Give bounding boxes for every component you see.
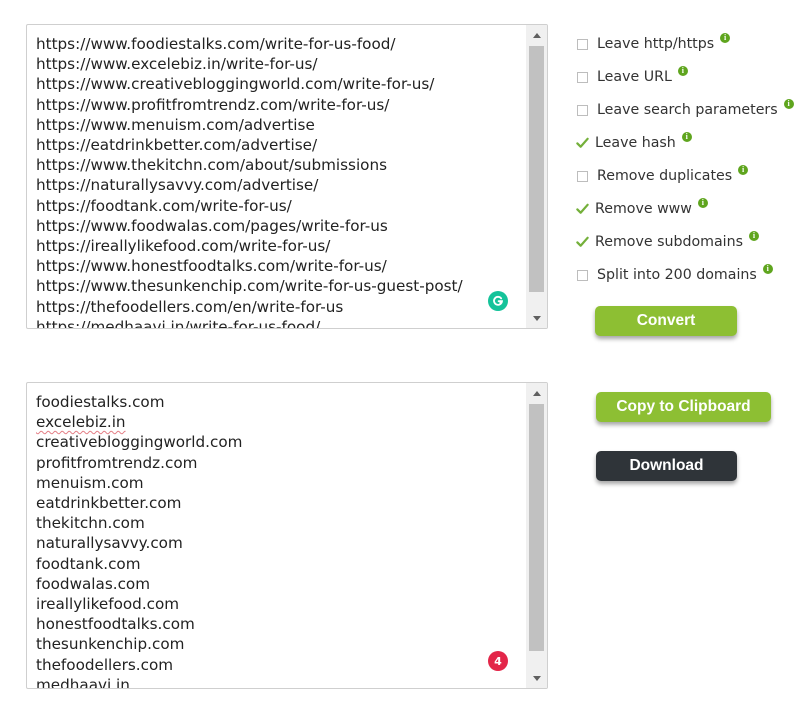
scrollbar-thumb[interactable] bbox=[529, 404, 544, 651]
url-line: https://www.thekitchn.com/about/submissi… bbox=[36, 156, 388, 175]
url-line: https://foodtank.com/write-for-us/ bbox=[36, 196, 292, 215]
url-line: https://www.thesunkenchip.com/write-for-… bbox=[36, 277, 463, 296]
domain-line: thesunkenchip.com bbox=[36, 634, 523, 654]
option-split-into-200-domains[interactable]: Split into 200 domains i bbox=[575, 264, 773, 286]
domain-line: naturallysavvy.com bbox=[36, 533, 523, 553]
info-icon[interactable]: i bbox=[677, 66, 688, 76]
domain-line-text: foodwalas.com bbox=[36, 574, 151, 593]
url-line: https://www.creativebloggingworld.com/wr… bbox=[36, 75, 435, 94]
domain-line: creativebloggingworld.com bbox=[36, 432, 523, 452]
info-icon[interactable]: i bbox=[783, 99, 794, 109]
scroll-up-arrow-icon[interactable] bbox=[526, 25, 547, 45]
url-line: https://www.foodiestalks.com/write-for-u… bbox=[36, 35, 396, 53]
option-remove-www[interactable]: Remove www i bbox=[575, 198, 708, 220]
checkbox[interactable] bbox=[577, 104, 588, 116]
domain-line: medhaavi.in bbox=[36, 675, 523, 688]
option-remove-duplicates[interactable]: Remove duplicates i bbox=[575, 165, 749, 187]
option-leave-hash[interactable]: Leave hash i bbox=[575, 132, 692, 154]
input-scrollbar[interactable] bbox=[526, 25, 547, 328]
url-line: https://thefoodellers.com/en/write-for-u… bbox=[36, 297, 344, 316]
option-label[interactable]: Leave search parameters bbox=[597, 102, 778, 118]
info-icon[interactable]: i bbox=[762, 264, 773, 274]
domain-line-text: thekitchn.com bbox=[36, 514, 145, 533]
option-label[interactable]: Remove subdomains bbox=[595, 234, 743, 250]
url-line: https://www.excelebiz.in/write-for-us/ bbox=[36, 55, 318, 74]
info-icon[interactable]: i bbox=[720, 33, 731, 43]
domain-line: profitfromtrendz.com bbox=[36, 453, 523, 473]
url-line: https://naturallysavvy.com/advertise/ bbox=[36, 176, 319, 195]
download-button[interactable]: Download bbox=[596, 451, 737, 481]
domain-output-text[interactable]: foodiestalks.com excelebiz.in creativeblog… bbox=[36, 392, 523, 688]
domain-line: thekitchn.com bbox=[36, 513, 523, 533]
domain-line: menuism.com bbox=[36, 473, 523, 493]
domain-line-text: menuism.com bbox=[36, 473, 144, 492]
option-label[interactable]: Remove duplicates bbox=[597, 168, 732, 184]
url-line: https://eatdrinkbetter.com/advertise/ bbox=[36, 136, 318, 155]
domain-line-text: medhaavi.in bbox=[36, 675, 130, 688]
domain-output-textarea[interactable]: foodiestalks.com excelebiz.in creativeblog… bbox=[26, 382, 548, 689]
url-line: https://www.foodwalas.com/pages/write-fo… bbox=[36, 216, 388, 235]
url-input-text[interactable]: https://www.foodiestalks.com/write-for-u… bbox=[36, 34, 523, 328]
scroll-down-arrow-icon[interactable] bbox=[526, 308, 547, 328]
domain-line-text: creativebloggingworld.com bbox=[36, 433, 243, 452]
url-line: https://www.profitfromtrendz.com/write-f… bbox=[36, 95, 390, 114]
checkbox[interactable] bbox=[577, 170, 588, 182]
checkbox[interactable] bbox=[577, 71, 588, 83]
option-leave-search-parameters[interactable]: Leave search parameters i bbox=[575, 99, 794, 121]
grammar-issues-badge[interactable]: 4 bbox=[488, 651, 508, 671]
copy-to-clipboard-button[interactable]: Copy to Clipboard bbox=[596, 392, 771, 422]
scroll-up-arrow-icon[interactable] bbox=[526, 383, 547, 403]
domain-line: foodiestalks.com bbox=[36, 392, 523, 412]
grammarly-icon[interactable] bbox=[488, 291, 508, 311]
domain-line-text: excelebiz.in bbox=[36, 413, 126, 432]
info-icon[interactable]: i bbox=[681, 132, 692, 142]
option-label[interactable]: Remove www bbox=[595, 201, 692, 217]
option-label[interactable]: Split into 200 domains bbox=[597, 267, 757, 283]
checkmark-icon[interactable] bbox=[576, 203, 589, 216]
option-label[interactable]: Leave URL bbox=[597, 69, 672, 85]
info-icon[interactable]: i bbox=[697, 198, 708, 208]
url-line: https://www.menuism.com/advertise bbox=[36, 115, 315, 134]
domain-line: excelebiz.in bbox=[36, 412, 523, 432]
domain-line-text: foodiestalks.com bbox=[36, 393, 165, 411]
url-line: https://www.honestfoodtalks.com/write-fo… bbox=[36, 257, 387, 276]
option-remove-subdomains[interactable]: Remove subdomains i bbox=[575, 231, 759, 253]
domain-line-text: ireallylikefood.com bbox=[36, 595, 180, 614]
info-icon[interactable]: i bbox=[738, 165, 749, 175]
convert-button[interactable]: Convert bbox=[595, 306, 737, 336]
checkmark-icon[interactable] bbox=[576, 236, 589, 249]
domain-line: eatdrinkbetter.com bbox=[36, 493, 523, 513]
domain-line-text: honestfoodtalks.com bbox=[36, 615, 195, 634]
option-leave-http-https[interactable]: Leave http/https i bbox=[575, 33, 731, 55]
domain-line: foodwalas.com bbox=[36, 574, 523, 594]
domain-line-text: thesunkenchip.com bbox=[36, 635, 185, 654]
checkbox[interactable] bbox=[577, 269, 588, 281]
domain-line-text: thefoodellers.com bbox=[36, 655, 174, 674]
option-label[interactable]: Leave hash bbox=[595, 135, 676, 151]
option-label[interactable]: Leave http/https bbox=[597, 36, 714, 52]
domain-line: foodtank.com bbox=[36, 554, 523, 574]
checkmark-icon[interactable] bbox=[576, 137, 589, 150]
domain-line-text: naturallysavvy.com bbox=[36, 534, 183, 553]
url-input-textarea[interactable]: https://www.foodiestalks.com/write-for-u… bbox=[26, 24, 548, 329]
url-line: https://ireallylikefood.com/write-for-us… bbox=[36, 237, 331, 256]
option-leave-url[interactable]: Leave URL i bbox=[575, 66, 688, 88]
domain-line-text: profitfromtrendz.com bbox=[36, 453, 198, 472]
domain-line: ireallylikefood.com bbox=[36, 594, 523, 614]
scrollbar-thumb[interactable] bbox=[529, 46, 544, 292]
domain-line: honestfoodtalks.com bbox=[36, 614, 523, 634]
domain-line-text: eatdrinkbetter.com bbox=[36, 494, 182, 513]
output-scrollbar[interactable] bbox=[526, 383, 547, 688]
scroll-down-arrow-icon[interactable] bbox=[526, 668, 547, 688]
info-icon[interactable]: i bbox=[749, 231, 759, 241]
domain-line: thefoodellers.com bbox=[36, 655, 523, 675]
checkbox[interactable] bbox=[577, 38, 588, 50]
domain-line-text: foodtank.com bbox=[36, 554, 141, 573]
url-line: https://medhaavi.in/write-for-us-food/ bbox=[36, 317, 321, 328]
